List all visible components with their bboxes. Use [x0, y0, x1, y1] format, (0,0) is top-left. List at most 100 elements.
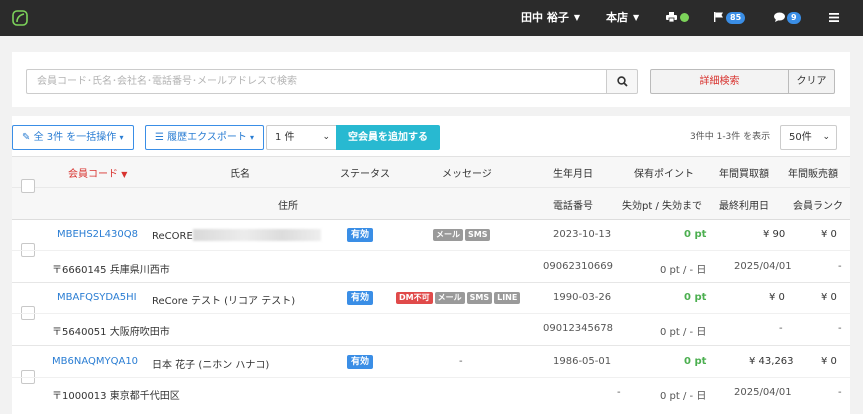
top-navigation-bar: 田中 裕子 ▼ 本店 ▼ 85 9: [0, 0, 863, 36]
annual-sell-header: 年間販売額: [788, 169, 838, 180]
printer-online-indicator: [680, 13, 689, 22]
birthday: 1986-05-01: [553, 356, 612, 367]
address-header: 住所: [278, 201, 298, 212]
search-icon: [617, 76, 628, 87]
add-empty-member-button[interactable]: 空会員を追加する: [336, 125, 440, 150]
address: 〒5640051 大阪府吹田市: [52, 327, 170, 338]
row-divider: [12, 345, 850, 346]
flag-count-badge: 85: [726, 12, 746, 24]
member-name-text: ReCORE: [152, 231, 193, 242]
expiring-points: 0 pt / - 日: [660, 327, 707, 338]
line-channel-badge: LINE: [494, 292, 521, 304]
annual-sell-amount: ¥ 0: [821, 356, 837, 367]
status-badge-label: 有効: [347, 355, 374, 369]
message-channels: メール SMS: [433, 229, 492, 241]
sort-member-code-header[interactable]: 会員コード ▼: [68, 165, 127, 180]
store-name: 本店: [606, 11, 628, 24]
member-code-link[interactable]: MB6NAQMYQA10: [52, 356, 138, 367]
count-select[interactable]: 1 件 ⌄: [266, 125, 337, 150]
annual-sell-amount: ¥ 0: [821, 292, 837, 303]
status-badge: 有効: [347, 355, 375, 369]
name-header: 氏名: [230, 169, 250, 180]
user-menu[interactable]: 田中 裕子 ▼: [521, 0, 580, 36]
phone-header: 電話番号: [553, 201, 593, 212]
printer-icon: [666, 12, 677, 23]
last-used-header: 最終利用日: [719, 201, 769, 212]
user-name: 田中 裕子: [521, 11, 569, 24]
address: 〒6660145 兵庫県川西市: [52, 265, 170, 276]
notifications-button[interactable]: 85: [714, 0, 746, 36]
member-code-link[interactable]: MBEHS2L430Q8: [57, 229, 138, 240]
member-code-header-label: 会員コード: [68, 169, 118, 180]
annual-buy-amount: ¥ 43,263: [749, 356, 794, 367]
last-used-date: -: [779, 323, 783, 334]
clear-button[interactable]: クリア: [788, 69, 835, 94]
member-rank: -: [838, 387, 842, 398]
bulk-action-button[interactable]: ✎ 全 3件 を一括操作 ▾: [12, 125, 134, 150]
member-search-input[interactable]: [26, 69, 607, 94]
email-channel-badge: メール: [434, 292, 465, 304]
redacted-name-area: [192, 229, 321, 241]
advanced-search-button[interactable]: 詳細検索: [650, 69, 789, 94]
history-export-button[interactable]: ☰ 履歴エクスポート ▾: [145, 125, 265, 150]
list-icon: ☰: [155, 132, 164, 143]
status-header: ステータス: [340, 169, 390, 180]
member-name: 日本 花子 (ニホン ハナコ): [152, 360, 270, 371]
birthday: 1990-03-26: [553, 292, 612, 303]
expire-header: 失効pt / 失効まで: [622, 201, 702, 212]
member-rank: -: [838, 261, 842, 272]
phone-number: -: [617, 387, 621, 398]
chevron-down-icon: ▼: [573, 13, 580, 22]
header-divider: [12, 187, 850, 188]
flag-icon: [714, 12, 723, 22]
messages-button[interactable]: 9: [774, 0, 801, 36]
member-code-link[interactable]: MBAFQSYDA5HI: [57, 292, 137, 303]
last-used-date: 2025/04/01: [734, 387, 792, 398]
chevron-down-icon: ▼: [633, 13, 640, 22]
search-button[interactable]: [606, 69, 638, 94]
points-balance: 0 pt: [684, 356, 707, 367]
member-name: ReCore テスト (リコア テスト): [152, 296, 296, 307]
annual-buy-header: 年間買取額: [719, 169, 769, 180]
header-bottom-border: [12, 219, 850, 220]
address: 〒1000013 東京都千代田区: [52, 391, 180, 402]
expiring-points: 0 pt / - 日: [660, 265, 707, 276]
history-export-label: 履歴エクスポート: [167, 132, 247, 143]
message-header: メッセージ: [442, 169, 492, 180]
count-select-value: 1 件: [275, 132, 295, 143]
row-divider: [12, 282, 850, 283]
member-name: ReCORE: [152, 229, 321, 242]
points-header: 保有ポイント: [634, 169, 694, 180]
dm-disabled-badge: DM不可: [396, 292, 433, 304]
email-channel-badge: メール: [433, 229, 463, 241]
phone-number: 09012345678: [543, 323, 613, 334]
hamburger-menu-button[interactable]: [829, 0, 839, 36]
member-list-panel: ✎ 全 3件 を一括操作 ▾ ☰ 履歴エクスポート ▾ 1 件 ⌄ 空会員を追加す…: [12, 116, 850, 414]
edit-icon: ✎: [22, 132, 31, 143]
status-badge: 有効: [347, 291, 375, 305]
message-channels: -: [459, 356, 463, 367]
message-channels: DM不可 メール SMS LINE: [396, 292, 522, 304]
store-menu[interactable]: 本店 ▼: [606, 0, 639, 36]
status-badge: 有効: [347, 228, 375, 242]
points-balance: 0 pt: [684, 229, 707, 240]
last-used-date: 2025/04/01: [734, 261, 792, 272]
birthday-header: 生年月日: [553, 169, 593, 180]
sms-channel-badge: SMS: [465, 229, 491, 241]
row-inner-divider: [12, 377, 850, 378]
result-count-text: 3件中 1-3件 を表示: [690, 132, 771, 142]
printer-status[interactable]: [666, 0, 689, 36]
menu-icon: [829, 13, 839, 22]
status-badge-label: 有効: [347, 228, 374, 242]
chevron-down-icon: ▾: [250, 133, 255, 142]
chat-bubble-icon: [774, 12, 785, 22]
search-panel: 詳細検索 クリア: [12, 52, 850, 107]
birthday: 2023-10-13: [553, 229, 612, 240]
app-logo-icon[interactable]: [12, 10, 28, 26]
chevron-down-icon: ⌄: [822, 132, 830, 142]
chevron-down-icon: ⌄: [322, 132, 330, 142]
per-page-select[interactable]: 50件 ⌄: [780, 125, 837, 150]
chat-count-badge: 9: [787, 12, 801, 24]
per-page-value: 50件: [789, 132, 812, 143]
select-all-checkbox[interactable]: [21, 179, 35, 193]
